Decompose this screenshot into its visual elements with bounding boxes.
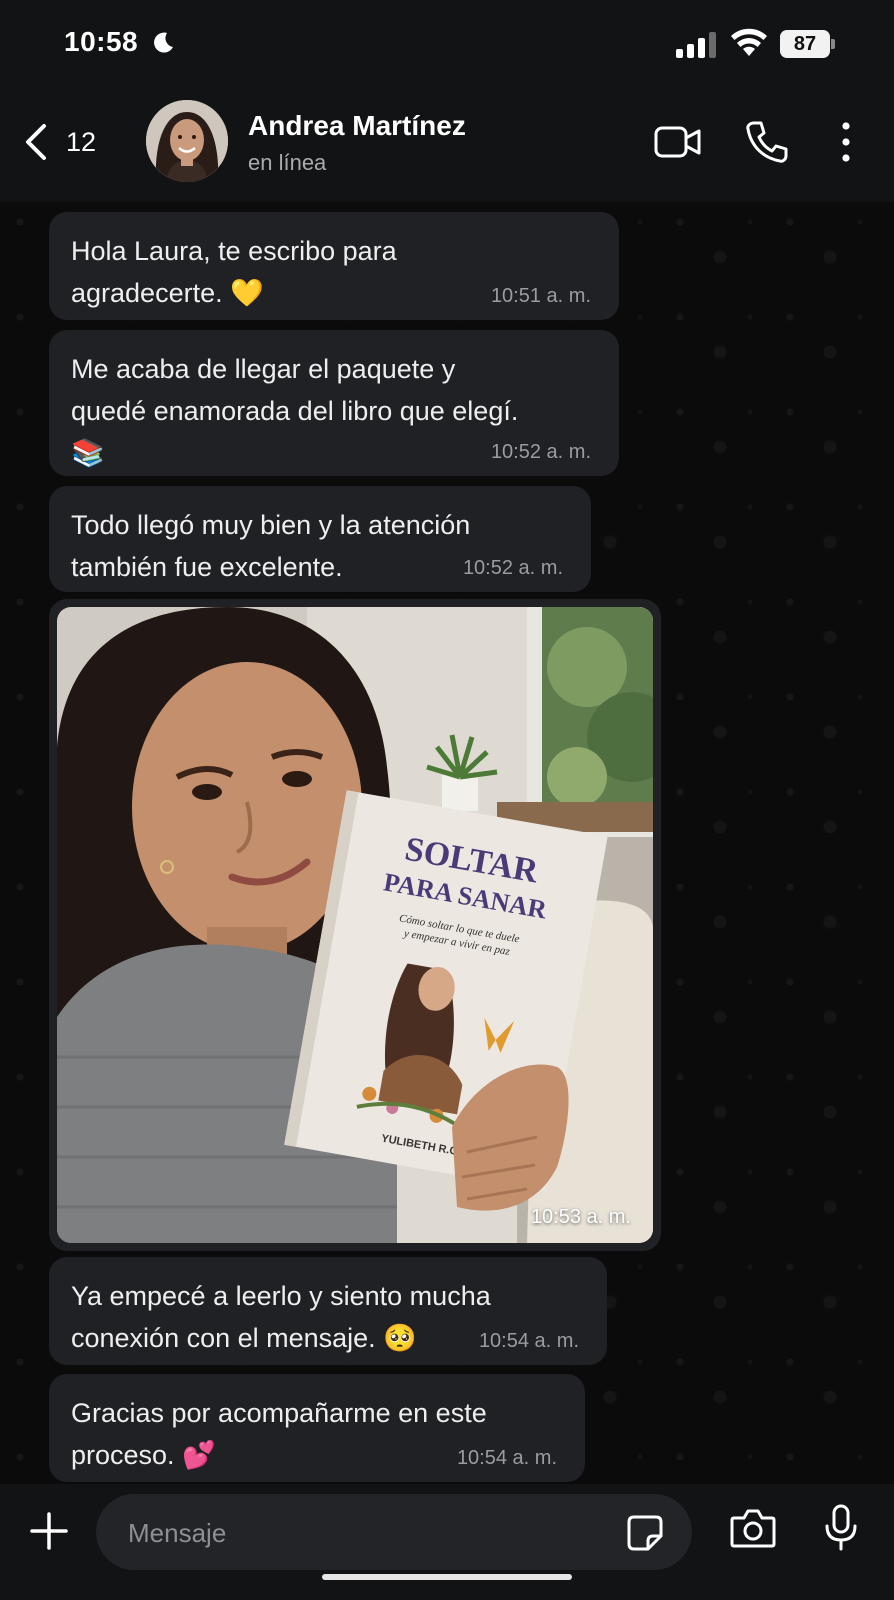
back-button[interactable]: 12 — [22, 114, 112, 170]
message-bubble[interactable]: Todo llegó muy bien y la atención tambié… — [49, 486, 591, 592]
battery-level: 87 — [780, 30, 830, 58]
input-bar — [0, 1484, 894, 1600]
home-indicator[interactable] — [322, 1574, 572, 1580]
chevron-left-icon — [26, 124, 46, 160]
message-input-container[interactable] — [96, 1494, 692, 1572]
message-time: 10:53 a. m. — [530, 1206, 631, 1228]
message-time: 10:52 a. m. — [462, 557, 563, 579]
unread-count: 12 — [66, 126, 97, 157]
microphone-icon[interactable] — [824, 1504, 858, 1552]
message-time: 10:54 a. m. — [478, 1330, 579, 1352]
moon-icon — [154, 32, 173, 53]
message-bubble[interactable]: Ya empecé a leerlo y siento mucha conexi… — [49, 1257, 607, 1365]
message-time: 10:54 a. m. — [456, 1447, 557, 1469]
chat-screen: 10:58 87 12 Andrea Martínez en línea Hol… — [0, 0, 894, 1600]
chat-header: 12 Andrea Martínez en línea — [0, 90, 894, 202]
avatar[interactable] — [146, 100, 228, 182]
signal-icon — [676, 32, 716, 58]
photo-message[interactable]: SOLTAR PARA SANAR Cómo soltar lo que te … — [49, 599, 661, 1251]
phone-icon[interactable] — [745, 120, 789, 164]
camera-icon[interactable] — [730, 1508, 776, 1548]
sticker-icon[interactable] — [626, 1514, 664, 1552]
message-bubble[interactable]: Hola Laura, te escribo para agradecerte.… — [49, 212, 619, 320]
wifi-icon — [731, 28, 767, 56]
message-bubble[interactable]: Me acaba de llegar el paquete y quedé en… — [49, 330, 619, 476]
contact-name[interactable]: Andrea Martínez — [248, 110, 466, 142]
chat-area[interactable]: Hola Laura, te escribo para agradecerte.… — [0, 202, 894, 1484]
message-bubble[interactable]: Gracias por acompañarme en este proceso.… — [49, 1374, 585, 1482]
battery-icon: 87 — [780, 30, 835, 58]
status-bar: 10:58 87 — [0, 0, 894, 90]
status-time: 10:58 — [64, 26, 139, 57]
message-time: 10:51 a. m. — [490, 285, 591, 307]
photo[interactable]: SOLTAR PARA SANAR Cómo soltar lo que te … — [57, 607, 653, 1243]
message-input[interactable] — [126, 1494, 600, 1572]
more-vertical-icon[interactable] — [836, 120, 856, 164]
plus-icon[interactable] — [28, 1510, 70, 1552]
message-time: 10:52 a. m. — [490, 441, 591, 463]
contact-status: en línea — [248, 150, 327, 175]
video-camera-icon[interactable] — [654, 122, 702, 162]
